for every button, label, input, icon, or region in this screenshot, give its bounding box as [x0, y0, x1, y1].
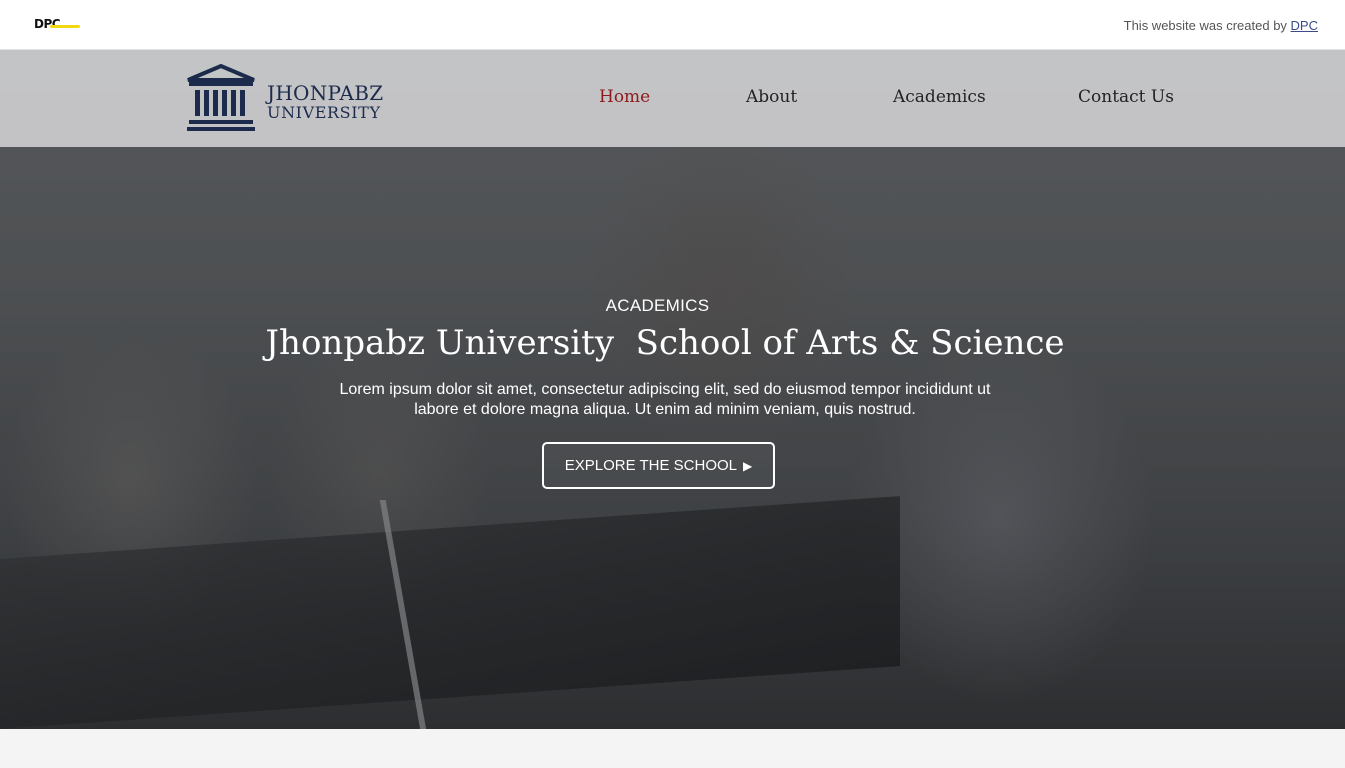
- nav-item-contact-us[interactable]: Contact Us: [1078, 87, 1174, 107]
- nav-item-academics[interactable]: Academics: [893, 87, 986, 107]
- site-logo[interactable]: JHONPABZ UNIVERSITY: [186, 64, 386, 134]
- nav-item-home[interactable]: Home: [599, 87, 650, 107]
- hero-description: Lorem ipsum dolor sit amet, consectetur …: [339, 381, 991, 418]
- play-arrow-icon: ▶: [743, 458, 753, 473]
- credit-link[interactable]: DPC: [1291, 18, 1318, 33]
- nav-item-about[interactable]: About: [746, 87, 797, 107]
- hero-title: Jhonpabz University School of Arts & Sci…: [265, 323, 1065, 363]
- university-building-icon: [187, 64, 255, 131]
- dpc-logo[interactable]: DPC: [34, 17, 84, 33]
- dpc-swoosh-icon: [50, 25, 80, 28]
- dpc-logo-text: DPC: [34, 17, 61, 31]
- hero-kicker: ACADEMICS: [605, 296, 710, 315]
- credit-label: This website was created by: [1123, 18, 1291, 33]
- top-credit-bar: DPC This website was created by DPC: [0, 0, 1345, 50]
- logo-name-line1: JHONPABZ: [267, 81, 384, 105]
- explore-school-button[interactable]: EXPLORE THE SCHOOL ▶: [542, 442, 775, 489]
- explore-school-button-label: EXPLORE THE SCHOOL: [564, 457, 738, 474]
- logo-name-line2: UNIVERSITY: [267, 103, 381, 122]
- credit-text: This website was created by DPC: [1124, 18, 1318, 33]
- below-hero-section: [0, 729, 1345, 768]
